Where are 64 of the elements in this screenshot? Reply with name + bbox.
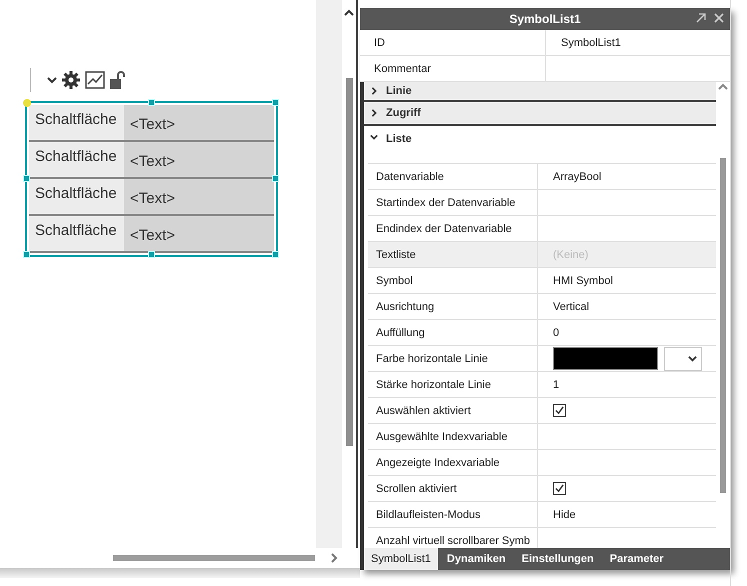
- symbol-list-widget[interactable]: Schaltfläche <Text> Schaltfläche <Text> Schaltfläche <Text> Schaltfläche <Text>: [25, 101, 278, 257]
- list-item-button[interactable]: Schaltfläche: [29, 142, 124, 177]
- settings-icon[interactable]: [61, 70, 81, 90]
- resize-handle[interactable]: [23, 175, 30, 182]
- resize-handle[interactable]: [272, 251, 279, 258]
- property-label: ID: [374, 36, 385, 48]
- property-label: Auswählen aktiviert: [376, 404, 471, 416]
- property-label: Anzahl virtuell scrollbarer Symb: [376, 534, 530, 546]
- list-item-text: <Text>: [124, 216, 274, 251]
- list-item-button[interactable]: Schaltfläche: [29, 105, 124, 140]
- property-value[interactable]: 0: [553, 326, 560, 338]
- property-label: Ausrichtung: [376, 300, 434, 312]
- property-value[interactable]: ArrayBool: [553, 170, 602, 182]
- dropdown-caret-icon[interactable]: [47, 75, 57, 85]
- rotation-handle[interactable]: [23, 99, 31, 107]
- scroll-right-icon[interactable]: [329, 553, 339, 563]
- list-item-text: <Text>: [124, 105, 274, 140]
- property-label: Angezeigte Indexvariable: [376, 456, 500, 468]
- property-label: Startindex der Datenvariable: [376, 196, 516, 208]
- checkbox[interactable]: [553, 482, 566, 495]
- property-value[interactable]: Hide: [553, 508, 576, 520]
- collapsed-chevron-icon[interactable]: [370, 87, 378, 95]
- section-header[interactable]: Zugriff: [364, 102, 716, 126]
- close-icon[interactable]: [714, 13, 724, 23]
- property-label: Symbol: [376, 274, 413, 286]
- collapsed-chevron-icon[interactable]: [370, 109, 378, 117]
- property-value[interactable]: Vertical: [553, 300, 590, 312]
- property-label: Farbe horizontale Linie: [376, 352, 488, 364]
- property-label: Auffüllung: [376, 326, 425, 338]
- resize-handle[interactable]: [272, 99, 279, 106]
- resize-handle[interactable]: [148, 99, 154, 106]
- property-value[interactable]: 1: [553, 378, 560, 390]
- list-item-button[interactable]: Schaltfläche: [29, 216, 124, 251]
- property-label: Scrollen aktiviert: [376, 482, 457, 494]
- scrollbar-thumb[interactable]: [720, 158, 726, 493]
- property-label: Stärke horizontale Linie: [376, 378, 491, 390]
- list-item-text: <Text>: [124, 142, 274, 177]
- property-label: Datenvariable: [376, 170, 444, 182]
- resize-handle[interactable]: [23, 251, 30, 258]
- list-item-button[interactable]: Schaltfläche: [29, 179, 124, 214]
- property-label: Textliste: [376, 248, 416, 260]
- property-value[interactable]: HMI Symbol: [553, 274, 613, 286]
- scrollbar-thumb[interactable]: [113, 555, 315, 561]
- pop-out-icon[interactable]: [696, 13, 706, 23]
- property-label: Bildlaufleisten-Modus: [376, 508, 481, 520]
- resize-handle[interactable]: [272, 175, 279, 182]
- property-value[interactable]: SymbolList1: [561, 36, 621, 48]
- color-dropdown[interactable]: [664, 346, 702, 370]
- property-label: Endindex der Datenvariable: [376, 222, 512, 234]
- panel-tab[interactable]: SymbolList1: [364, 548, 438, 570]
- caret-icon[interactable]: [688, 354, 697, 363]
- checkbox[interactable]: [553, 404, 566, 417]
- list-item-text: <Text>: [124, 179, 274, 214]
- resize-handle[interactable]: [148, 251, 154, 258]
- property-label: Kommentar: [374, 62, 431, 74]
- unlocked-padlock-icon[interactable]: [109, 70, 125, 90]
- property-label: Ausgewählte Indexvariable: [376, 430, 508, 442]
- color-swatch[interactable]: [553, 347, 658, 370]
- expanded-chevron-icon[interactable]: [370, 133, 378, 141]
- panel-title: SymbolList1: [360, 8, 730, 30]
- scrollbar-thumb[interactable]: [346, 78, 352, 446]
- section-header[interactable]: Linie: [364, 82, 716, 102]
- scroll-up-icon[interactable]: [344, 8, 354, 18]
- line-chart-icon[interactable]: [85, 71, 105, 89]
